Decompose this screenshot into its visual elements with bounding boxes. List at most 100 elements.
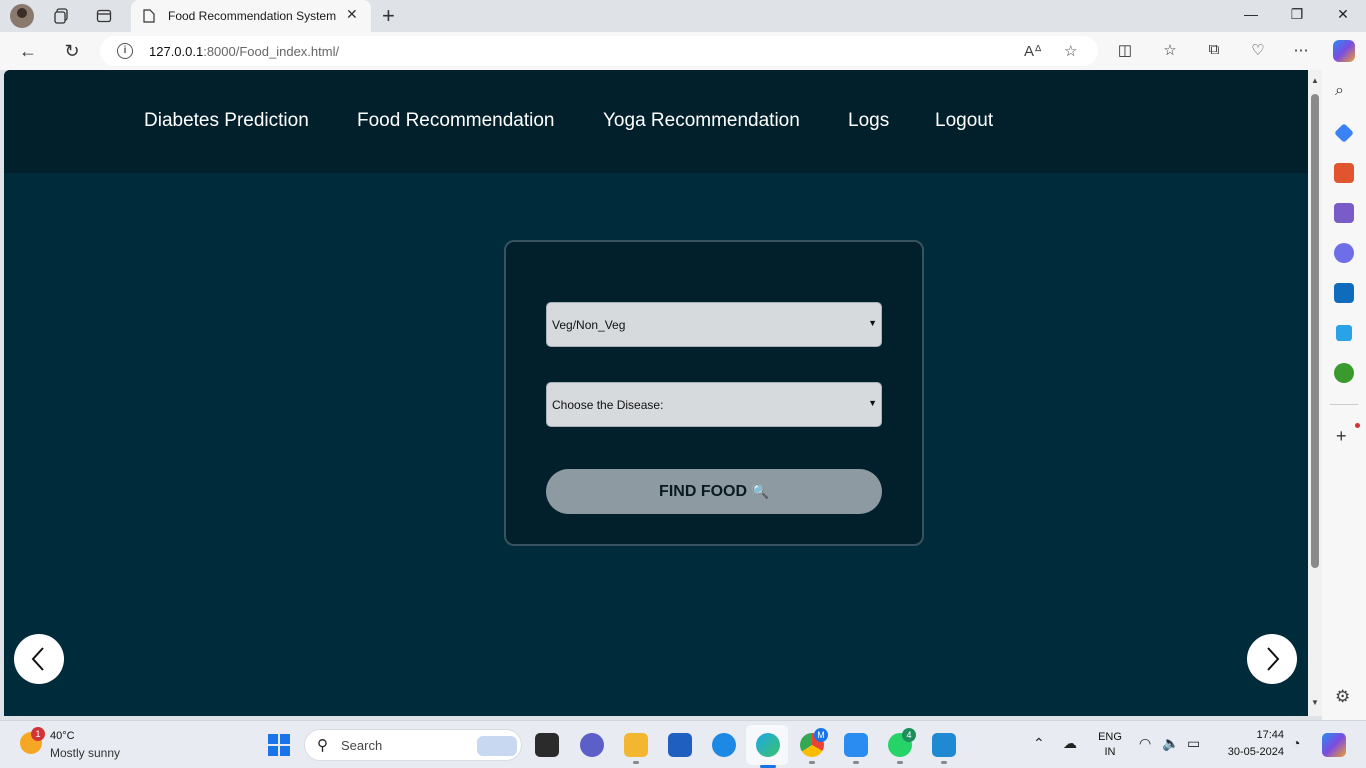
running-indicator bbox=[853, 761, 859, 764]
find-food-label: FIND FOOD bbox=[659, 483, 748, 500]
profile-avatar[interactable] bbox=[10, 4, 34, 28]
sidebar-divider bbox=[1330, 404, 1358, 405]
browser-toolbar: ← ↻ i 127.0.0.1:8000/Food_index.html/ Aᐞ… bbox=[0, 32, 1366, 70]
search-highlight-icon bbox=[477, 736, 517, 756]
telegram-icon[interactable] bbox=[1336, 325, 1352, 341]
favorites-icon[interactable]: ☆ bbox=[1158, 41, 1182, 59]
weather-desc[interactable]: Mostly sunny bbox=[50, 746, 120, 760]
windows-taskbar: 1 40°C Mostly sunny ⚲ Search M 4 ⌃ ☁ ENG… bbox=[0, 720, 1366, 768]
start-button[interactable] bbox=[268, 734, 290, 756]
shopping-tag-icon[interactable] bbox=[1334, 123, 1354, 143]
tree-icon[interactable] bbox=[1334, 363, 1354, 383]
nav-logout[interactable]: Logout bbox=[935, 110, 993, 132]
running-indicator bbox=[897, 761, 903, 764]
whatsapp-badge: 4 bbox=[902, 728, 916, 742]
browser-tab-active[interactable]: Food Recommendation System ✕ bbox=[131, 0, 371, 32]
site-navbar: Diabetes Prediction Food Recommendation … bbox=[4, 70, 1308, 173]
vscode-icon[interactable] bbox=[932, 733, 956, 757]
weather-badge: 1 bbox=[31, 727, 45, 741]
more-menu-icon[interactable]: ⋯ bbox=[1289, 41, 1313, 59]
onedrive-cloud-icon[interactable]: ☁ bbox=[1063, 735, 1077, 752]
games-icon[interactable] bbox=[1334, 203, 1354, 223]
chrome-profile-badge: M bbox=[814, 728, 828, 742]
notepad-icon[interactable] bbox=[844, 733, 868, 757]
url-text[interactable]: 127.0.0.1:8000/Food_index.html/ bbox=[149, 44, 339, 59]
workspaces-icon[interactable] bbox=[48, 4, 76, 28]
wifi-icon[interactable]: ◠ bbox=[1139, 735, 1151, 752]
find-food-button[interactable]: FIND FOOD 🔍 bbox=[546, 469, 882, 514]
close-tab-icon[interactable]: ✕ bbox=[346, 6, 358, 23]
add-sidebar-app-icon[interactable]: + bbox=[1336, 426, 1347, 447]
volume-icon[interactable]: 🔈 bbox=[1162, 735, 1179, 752]
show-hidden-icons-chevron-icon[interactable]: ⌃ bbox=[1033, 735, 1045, 752]
diet-select-value: Veg/Non_Veg bbox=[552, 317, 626, 332]
notification-dot bbox=[1355, 423, 1360, 428]
url-path: :8000/Food_index.html/ bbox=[203, 44, 340, 59]
chevron-right-icon bbox=[1267, 647, 1280, 671]
collections-icon[interactable]: ⧉ bbox=[1202, 41, 1226, 58]
page-scrollbar[interactable]: ▲ ▼ bbox=[1308, 70, 1322, 716]
battery-icon[interactable]: ▭ bbox=[1187, 735, 1200, 752]
favorite-star-icon[interactable]: ☆ bbox=[1064, 42, 1077, 60]
running-indicator bbox=[809, 761, 815, 764]
notifications-bell-icon[interactable]: ◔ bbox=[1292, 735, 1300, 751]
refresh-icon[interactable]: ↻ bbox=[60, 41, 84, 62]
magnifier-icon: 🔍 bbox=[751, 483, 769, 499]
minimize-button[interactable]: — bbox=[1228, 6, 1274, 22]
food-form-card: Veg/Non_Veg ▼ Choose the Disease: ▼ FIND… bbox=[504, 240, 924, 546]
page-viewport: Diabetes Prediction Food Recommendation … bbox=[4, 70, 1308, 716]
nav-diabetes-prediction[interactable]: Diabetes Prediction bbox=[144, 110, 309, 132]
scroll-up-arrow-icon[interactable]: ▲ bbox=[1311, 76, 1319, 85]
nav-food-recommendation[interactable]: Food Recommendation bbox=[357, 110, 555, 132]
file-explorer-icon[interactable] bbox=[624, 733, 648, 757]
running-indicator bbox=[633, 761, 639, 764]
close-window-button[interactable]: ✕ bbox=[1320, 6, 1366, 23]
task-view-icon[interactable] bbox=[535, 733, 559, 757]
search-label: Search bbox=[341, 738, 383, 753]
help-icon[interactable] bbox=[712, 733, 736, 757]
back-icon[interactable]: ← bbox=[16, 41, 40, 62]
nav-yoga-recommendation[interactable]: Yoga Recommendation bbox=[603, 110, 800, 132]
edge-browser-icon[interactable] bbox=[756, 733, 780, 757]
copilot-icon[interactable] bbox=[1333, 40, 1355, 62]
chat-icon[interactable] bbox=[580, 733, 604, 757]
read-aloud-icon[interactable]: Aᐞ bbox=[1024, 42, 1042, 60]
scroll-down-arrow-icon[interactable]: ▼ bbox=[1311, 698, 1319, 707]
maximize-button[interactable]: ❐ bbox=[1274, 6, 1320, 23]
disease-select-value: Choose the Disease: bbox=[552, 397, 664, 412]
search-icon: ⚲ bbox=[317, 737, 328, 754]
taskbar-search[interactable]: ⚲ Search bbox=[304, 729, 522, 761]
chevron-down-icon: ▼ bbox=[868, 318, 877, 328]
disease-select[interactable]: Choose the Disease: ▼ bbox=[546, 382, 882, 427]
clock-time[interactable]: 17:44 bbox=[1238, 729, 1284, 741]
split-screen-icon[interactable]: ◫ bbox=[1113, 41, 1137, 59]
new-tab-button[interactable]: + bbox=[382, 3, 395, 29]
outlook-icon[interactable] bbox=[1334, 283, 1354, 303]
search-icon[interactable]: ⌕ bbox=[1335, 82, 1344, 100]
site-info-icon[interactable]: i bbox=[117, 43, 133, 59]
sidebar-settings-icon[interactable]: ⚙ bbox=[1335, 687, 1350, 707]
copilot-taskbar-icon[interactable] bbox=[1322, 733, 1346, 757]
tab-title: Food Recommendation System bbox=[168, 9, 337, 23]
tools-icon[interactable] bbox=[1334, 163, 1354, 183]
browser-essentials-icon[interactable]: ♡ bbox=[1246, 41, 1270, 59]
nav-logs[interactable]: Logs bbox=[848, 110, 889, 132]
chevron-down-icon: ▼ bbox=[868, 398, 877, 408]
edge-sidebar: ⌕ + ⚙ bbox=[1322, 70, 1366, 720]
weather-temp[interactable]: 40°C bbox=[50, 730, 75, 742]
scrollbar-thumb[interactable] bbox=[1311, 94, 1319, 568]
running-indicator bbox=[941, 761, 947, 764]
language-region[interactable]: IN bbox=[1097, 746, 1123, 758]
clock-date[interactable]: 30-05-2024 bbox=[1218, 746, 1284, 758]
address-bar[interactable]: i 127.0.0.1:8000/Food_index.html/ Aᐞ ☆ bbox=[100, 36, 1098, 66]
carousel-prev-button[interactable] bbox=[14, 634, 64, 684]
page-icon bbox=[143, 9, 155, 28]
microsoft-365-icon[interactable] bbox=[1334, 243, 1354, 263]
language-code[interactable]: ENG bbox=[1097, 731, 1123, 743]
carousel-next-button[interactable] bbox=[1247, 634, 1297, 684]
store-icon[interactable] bbox=[668, 733, 692, 757]
browser-titlebar: Food Recommendation System ✕ + — ❐ ✕ bbox=[0, 0, 1366, 32]
chevron-left-icon bbox=[31, 647, 44, 671]
tab-actions-icon[interactable] bbox=[90, 4, 118, 28]
diet-select[interactable]: Veg/Non_Veg ▼ bbox=[546, 302, 882, 347]
